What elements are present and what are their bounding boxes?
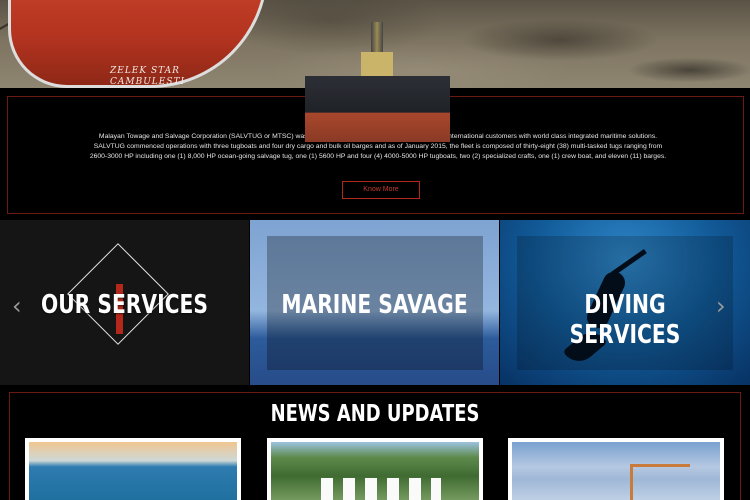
boat-lettering-line2: CAMBULESTI	[110, 77, 186, 87]
diving-services-title-front: DIVING SERVICES	[569, 290, 681, 350]
cargo-ship-image	[305, 22, 450, 142]
marine-savage-title-front: MARINE SAVAGE	[281, 290, 468, 320]
news-image-port	[512, 442, 720, 500]
news-heading: NEWS AND UPDATES	[270, 401, 480, 427]
news-image-ocean	[29, 442, 237, 500]
chevron-right-icon[interactable]: ›	[716, 292, 726, 320]
boat-lettering-line1: ZELEK STAR	[110, 66, 180, 76]
boat-lettering: ZELEK STAR CAMBULESTI	[110, 66, 185, 88]
ship-bridge	[361, 52, 393, 76]
know-more-button[interactable]: Know More	[342, 181, 420, 199]
news-card-ocean[interactable]	[25, 438, 241, 500]
port-crane	[630, 464, 690, 500]
news-image-team	[271, 442, 479, 500]
news-card-port[interactable]	[508, 438, 724, 500]
news-card-team[interactable]	[267, 438, 483, 500]
our-services-title: OUR SERVICES	[40, 290, 209, 320]
people-group	[321, 478, 441, 500]
ship-hull	[305, 76, 450, 142]
chevron-left-icon[interactable]: ‹	[12, 292, 22, 320]
our-services-panel[interactable]: OUR SERVICES	[0, 220, 249, 385]
